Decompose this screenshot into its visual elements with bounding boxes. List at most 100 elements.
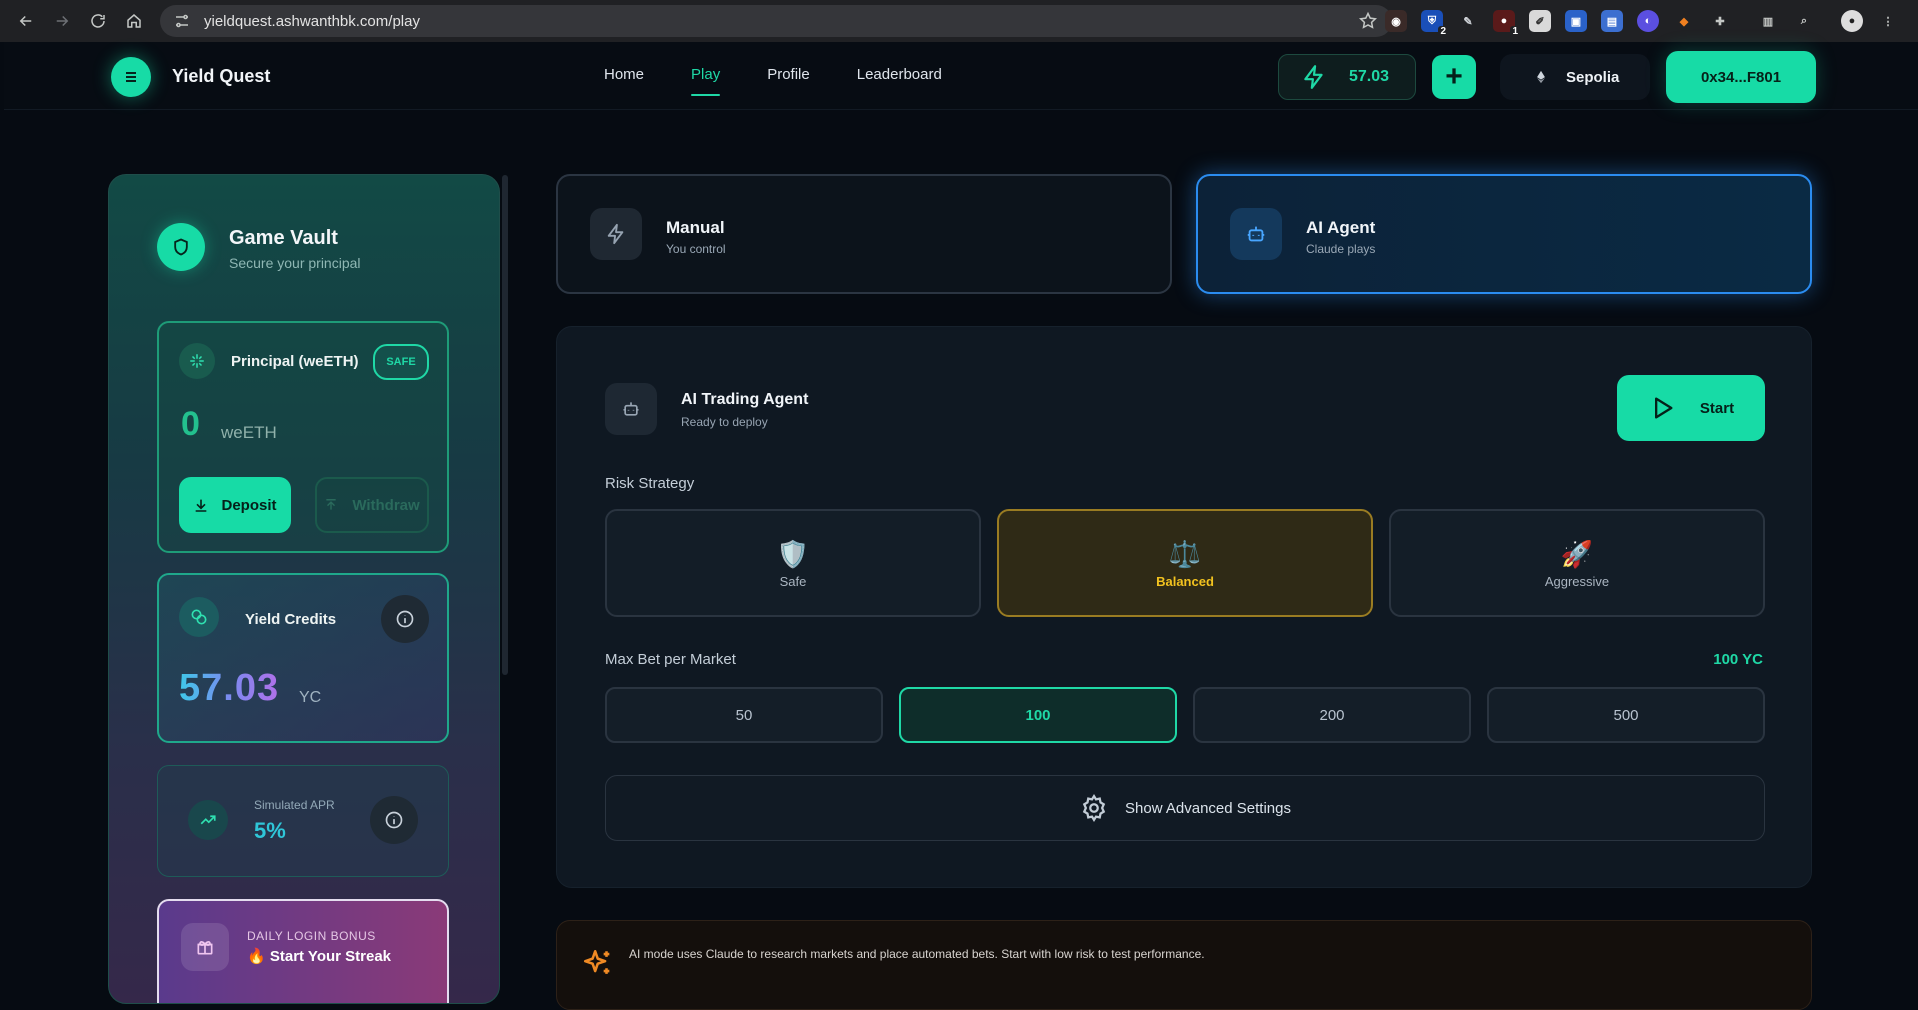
bonus-title-text: Start Your Streak	[269, 948, 392, 965]
info-icon	[396, 610, 414, 628]
principal-card: Principal (weETH) SAFE 0 weETH Deposit W…	[157, 321, 449, 553]
risk-option-balanced[interactable]: ⚖️ Balanced	[997, 509, 1373, 617]
robot-icon	[605, 383, 657, 435]
apr-label: Simulated APR	[254, 798, 335, 812]
wallet-button[interactable]: 0x34...F801	[1666, 51, 1816, 103]
reload-icon[interactable]	[80, 3, 116, 39]
rocket-emoji-icon: 🚀	[1560, 538, 1594, 569]
extension-chat-icon[interactable]: ◐	[1637, 10, 1659, 32]
vault-subtitle: Secure your principal	[229, 255, 361, 271]
url-text: yieldquest.ashwanthbk.com/play	[204, 12, 420, 30]
risk-option-safe[interactable]: 🛡️ Safe	[605, 509, 981, 617]
forward-icon[interactable]	[44, 3, 80, 39]
yield-credits-card: Yield Credits 57.03 YC	[157, 573, 449, 743]
lightning-icon	[1304, 65, 1323, 89]
yield-credits-unit: YC	[299, 689, 322, 706]
extension-window-icon[interactable]: ▣	[1565, 10, 1587, 32]
manual-subtitle: You control	[666, 242, 726, 256]
menu-icon	[126, 70, 136, 84]
nav-leaderboard[interactable]: Leaderboard	[857, 66, 942, 106]
risk-strategy-label: Risk Strategy	[605, 475, 695, 492]
bet-option-50[interactable]: 50	[605, 687, 883, 743]
tab-search-icon[interactable]: ⌕	[1793, 10, 1815, 32]
withdraw-label: Withdraw	[352, 496, 420, 514]
risk-option-label: Balanced	[1156, 573, 1214, 589]
daily-bonus-card[interactable]: DAILY LOGIN BONUS 🔥 Start Your Streak	[157, 899, 449, 1003]
deposit-label: Deposit	[221, 496, 277, 514]
advanced-settings-label: Show Advanced Settings	[1125, 799, 1291, 817]
agent-title: AI Trading Agent	[681, 391, 809, 408]
bet-option-200[interactable]: 200	[1193, 687, 1471, 743]
extension-feather-icon[interactable]: ✎	[1457, 10, 1479, 32]
mode-manual-card[interactable]: Manual You control	[556, 174, 1172, 294]
ai-agent-title: AI Agent	[1306, 218, 1376, 237]
robot-icon	[1230, 208, 1282, 260]
bonus-label: DAILY LOGIN BONUS	[247, 929, 376, 943]
safe-badge: SAFE	[373, 344, 429, 380]
nav-profile[interactable]: Profile	[767, 66, 810, 106]
agent-subtitle: Ready to deploy	[681, 415, 768, 429]
info-icon	[385, 811, 403, 829]
scales-emoji-icon: ⚖️	[1168, 538, 1202, 569]
yield-credits-title: Yield Credits	[245, 611, 337, 628]
mode-ai-agent-card[interactable]: AI Agent Claude plays	[1196, 174, 1812, 294]
max-bet-value: 100 YC	[1713, 651, 1763, 668]
nav-play[interactable]: Play	[691, 66, 721, 106]
lightning-icon	[590, 208, 642, 260]
max-bet-label: Max Bet per Market	[605, 651, 736, 668]
menu-button[interactable]	[111, 57, 151, 97]
risk-option-label: Aggressive	[1544, 573, 1610, 589]
extensions-puzzle-icon[interactable]: ✚	[1709, 10, 1731, 32]
extension-face-icon[interactable]: ◉	[1385, 10, 1407, 32]
sparkles-icon	[583, 949, 610, 974]
vault-title: Game Vault	[229, 227, 338, 249]
notice-text: AI mode uses Claude to research markets …	[629, 947, 1205, 961]
extension-shield-icon[interactable]: ⛨ 2	[1421, 10, 1448, 37]
apr-info-button[interactable]	[370, 796, 418, 844]
vault-scrollbar[interactable]	[502, 175, 508, 675]
extension-fox-icon[interactable]: ◆	[1673, 10, 1695, 32]
ethereum-icon	[1537, 70, 1545, 84]
network-name: Sepolia	[1566, 68, 1620, 86]
risk-option-aggressive[interactable]: 🚀 Aggressive	[1389, 509, 1765, 617]
plus-icon: +	[1445, 60, 1463, 93]
bet-option-500[interactable]: 500	[1487, 687, 1765, 743]
risk-option-label: Safe	[779, 573, 807, 589]
extension-notes-icon[interactable]: ✐	[1529, 10, 1551, 32]
home-icon[interactable]	[116, 3, 152, 39]
extension-windows-icon[interactable]: ▤	[1601, 10, 1623, 32]
play-icon	[1654, 397, 1673, 419]
extension-ninja-icon[interactable]: ● 1	[1493, 10, 1520, 37]
network-selector[interactable]: Sepolia	[1500, 54, 1650, 100]
bookmark-star-icon[interactable]	[1358, 11, 1378, 31]
coins-icon	[179, 597, 219, 637]
sparkle-icon	[179, 343, 215, 379]
start-button[interactable]: Start	[1617, 375, 1765, 441]
game-vault-panel: Game Vault Secure your principal Princip…	[108, 174, 500, 1004]
browser-toolbar: yieldquest.ashwanthbk.com/play ◉ ⛨ 2 ✎ ● 1…	[0, 0, 1918, 42]
withdraw-button[interactable]: Withdraw	[315, 477, 429, 533]
yield-credits-value: 57.03	[179, 667, 280, 709]
advanced-settings-button[interactable]: Show Advanced Settings	[605, 775, 1765, 841]
yield-info-button[interactable]	[381, 595, 429, 643]
deposit-button[interactable]: Deposit	[179, 477, 291, 533]
ai-mode-notice: AI mode uses Claude to research markets …	[556, 920, 1812, 1010]
browser-menu-icon[interactable]: ⋮	[1877, 10, 1899, 32]
bonus-title: 🔥 Start Your Streak	[247, 947, 391, 965]
back-icon[interactable]	[8, 3, 44, 39]
add-credits-button[interactable]: +	[1432, 55, 1476, 99]
ai-agent-panel: AI Trading Agent Ready to deploy Start R…	[556, 326, 1812, 888]
download-icon	[196, 499, 207, 512]
ai-agent-subtitle: Claude plays	[1306, 242, 1376, 256]
nav-home[interactable]: Home	[604, 66, 644, 106]
reading-list-icon[interactable]: ▥	[1757, 10, 1779, 32]
credits-balance[interactable]: 57.03	[1278, 54, 1416, 100]
profile-avatar-icon[interactable]: ●	[1841, 10, 1863, 32]
principal-value: 0	[181, 405, 200, 443]
main-nav: Home Play Profile Leaderboard	[604, 66, 989, 106]
start-label: Start	[1699, 399, 1735, 417]
upload-icon	[326, 499, 336, 510]
bet-option-100[interactable]: 100	[899, 687, 1177, 743]
address-bar[interactable]: yieldquest.ashwanthbk.com/play	[160, 5, 1392, 37]
site-settings-icon[interactable]	[174, 13, 190, 29]
